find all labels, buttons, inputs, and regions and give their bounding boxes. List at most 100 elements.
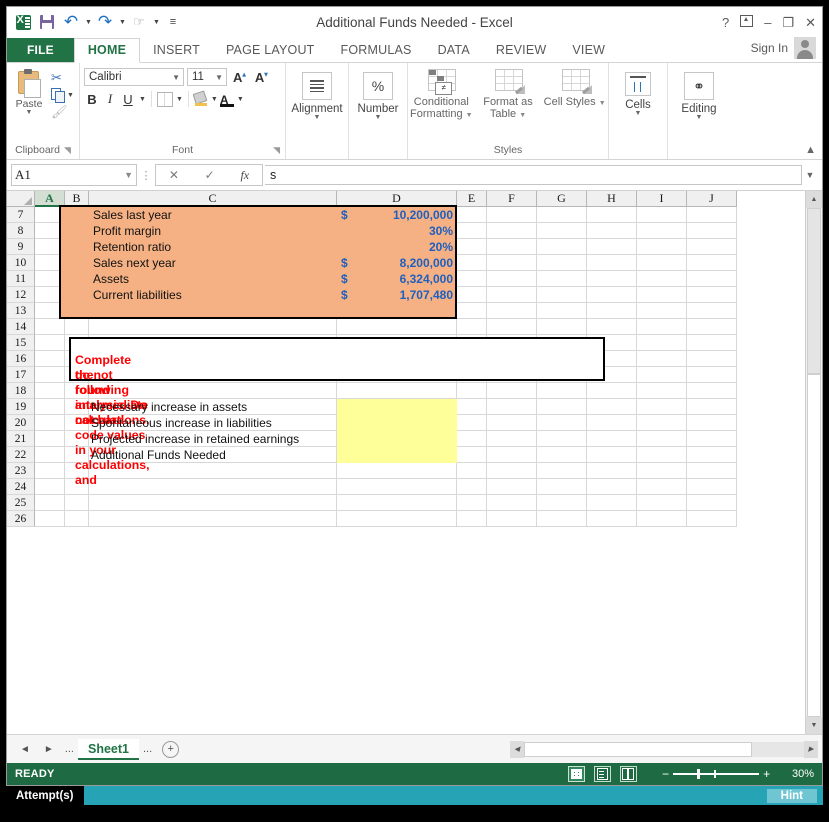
column-header-e[interactable]: E — [457, 191, 487, 207]
format-as-table-dropdown-icon[interactable]: ▼ — [519, 112, 526, 119]
ribbon-group-alignment[interactable]: Alignment ▼ — [286, 63, 349, 159]
grid-cell[interactable] — [65, 223, 89, 239]
grid-cell[interactable] — [587, 495, 637, 511]
grid-cell[interactable] — [637, 207, 687, 223]
grid-cell[interactable] — [35, 463, 65, 479]
grid-cell[interactable] — [65, 463, 89, 479]
enter-formula-icon[interactable]: ✓ — [205, 168, 215, 182]
underline-button[interactable]: U — [120, 92, 136, 107]
grid-cell[interactable] — [587, 415, 637, 431]
ribbon-group-cells[interactable]: Cells ▼ — [609, 63, 668, 159]
grid-cell[interactable] — [337, 367, 457, 383]
grid-cell[interactable] — [637, 255, 687, 271]
grid-cell[interactable] — [587, 239, 637, 255]
grid-cell[interactable] — [687, 511, 737, 527]
font-name-dropdown-icon[interactable]: ▼ — [172, 73, 183, 82]
grid-cell[interactable] — [337, 319, 457, 335]
grid-cell[interactable] — [637, 415, 687, 431]
grid-cell[interactable] — [457, 431, 487, 447]
grid-cell[interactable] — [587, 223, 637, 239]
add-sheet-icon[interactable]: + — [162, 740, 180, 758]
grid-cell[interactable] — [35, 479, 65, 495]
grid-cell[interactable] — [337, 239, 457, 255]
zoom-level[interactable]: 30% — [792, 768, 814, 780]
grid-cell[interactable] — [65, 287, 89, 303]
grid-cell[interactable] — [65, 431, 89, 447]
grid-cell[interactable] — [35, 319, 65, 335]
font-size-dropdown-icon[interactable]: ▼ — [215, 73, 226, 82]
grid-cell[interactable] — [537, 335, 587, 351]
grid-cell[interactable] — [65, 399, 89, 415]
grid-cell[interactable] — [637, 447, 687, 463]
column-header-c[interactable]: C — [89, 191, 337, 207]
grid-cell[interactable] — [687, 431, 737, 447]
grid-cell[interactable] — [687, 319, 737, 335]
grid-cell[interactable] — [65, 239, 89, 255]
grid-cell[interactable] — [337, 399, 457, 415]
grid-cell[interactable] — [537, 303, 587, 319]
grid-cell[interactable] — [637, 511, 687, 527]
horizontal-scroll-track[interactable] — [524, 741, 752, 757]
grid-cell[interactable] — [637, 399, 687, 415]
grid-cell[interactable] — [35, 415, 65, 431]
grid-cell[interactable] — [337, 223, 457, 239]
vertical-scroll-thumb[interactable] — [807, 208, 821, 374]
underline-dropdown-icon[interactable]: ▼ — [139, 96, 146, 103]
grid-cell[interactable] — [687, 207, 737, 223]
grid-cell[interactable] — [687, 223, 737, 239]
font-size-input[interactable]: 11 ▼ — [187, 68, 227, 86]
scroll-down-icon[interactable]: ▼ — [806, 717, 822, 734]
grid-cell[interactable] — [537, 431, 587, 447]
grid-cell[interactable] — [337, 511, 457, 527]
close-button[interactable]: ✕ — [805, 16, 816, 29]
grid-cell[interactable] — [35, 335, 65, 351]
grid-cell[interactable] — [537, 207, 587, 223]
copy-dropdown-icon[interactable]: ▼ — [67, 92, 74, 99]
grid-cell[interactable] — [637, 463, 687, 479]
grid-cell[interactable] — [65, 479, 89, 495]
decrease-font-size-icon[interactable]: A▾ — [252, 70, 271, 85]
row-header-13[interactable]: 13 — [7, 303, 35, 319]
grid-cell[interactable] — [537, 287, 587, 303]
grid-cell[interactable] — [457, 319, 487, 335]
normal-view-icon[interactable] — [567, 766, 585, 782]
zoom-out-icon[interactable]: − — [658, 767, 673, 781]
grid-cell[interactable] — [637, 495, 687, 511]
name-box-dropdown-icon[interactable]: ▼ — [124, 170, 133, 180]
help-button[interactable]: ? — [722, 16, 729, 29]
customize-quick-access-icon[interactable]: ≡ — [162, 11, 184, 33]
grid-cell[interactable] — [337, 271, 457, 287]
font-dialog-launcher-icon[interactable]: ◥ — [273, 145, 280, 156]
column-header-d[interactable]: D — [337, 191, 457, 207]
grid-cell[interactable] — [637, 303, 687, 319]
save-icon[interactable] — [36, 11, 58, 33]
grid-cell[interactable] — [687, 335, 737, 351]
row-header-21[interactable]: 21 — [7, 431, 35, 447]
grid-cell[interactable] — [587, 431, 637, 447]
grid-cell[interactable] — [687, 287, 737, 303]
grid-cell[interactable] — [337, 415, 457, 431]
grid-cell[interactable] — [457, 511, 487, 527]
grid-cell[interactable] — [89, 447, 337, 463]
grid-cell[interactable] — [687, 415, 737, 431]
row-header-12[interactable]: 12 — [7, 287, 35, 303]
grid-cell[interactable] — [89, 255, 337, 271]
grid-cell[interactable] — [65, 255, 89, 271]
grid-cell[interactable] — [537, 495, 587, 511]
name-box[interactable]: A1 ▼ — [11, 164, 137, 186]
hint-button[interactable]: Hint — [766, 788, 817, 803]
grid-cell[interactable] — [637, 335, 687, 351]
grid-cell[interactable] — [537, 223, 587, 239]
restore-button[interactable]: ❐ — [782, 16, 794, 29]
grid-cell[interactable] — [587, 351, 637, 367]
undo-dropdown-icon[interactable]: ▼ — [84, 11, 92, 33]
cell-styles-dropdown-icon[interactable]: ▼ — [599, 100, 606, 107]
grid-cell[interactable] — [457, 383, 487, 399]
grid-cell[interactable] — [35, 351, 65, 367]
grid-cell[interactable] — [487, 431, 537, 447]
sheet-tab-sheet1[interactable]: Sheet1 — [77, 738, 139, 760]
grid-cell[interactable] — [457, 335, 487, 351]
grid-cell[interactable] — [65, 383, 89, 399]
row-header-16[interactable]: 16 — [7, 351, 35, 367]
grid-cell[interactable] — [487, 239, 537, 255]
